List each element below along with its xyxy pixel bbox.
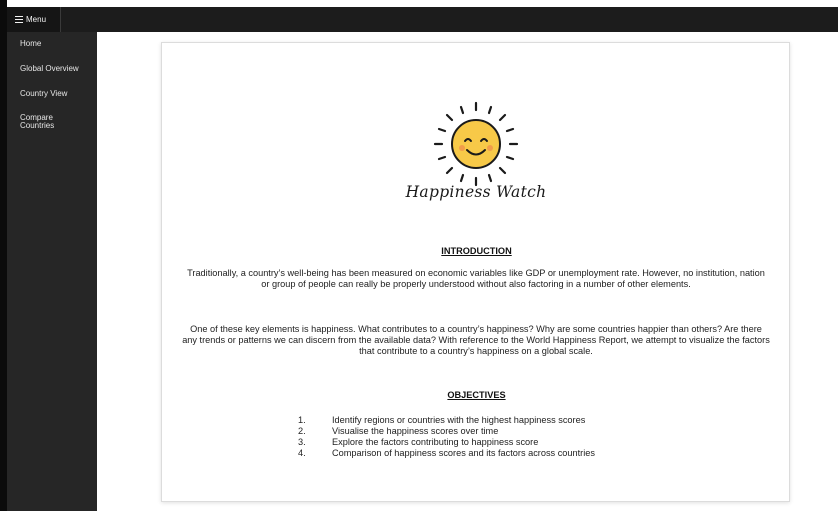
list-item-text: Comparison of happiness scores and its f… <box>332 448 595 458</box>
objectives-list: 1. Identify regions or countries with th… <box>298 415 678 459</box>
intro-card: Happiness Watch INTRODUCTION Traditional… <box>161 42 790 502</box>
list-item-number: 1. <box>298 415 306 425</box>
list-item-text: Explore the factors contributing to happ… <box>332 437 539 447</box>
sidebar-item-home[interactable]: Home <box>7 32 97 56</box>
top-bar: Menu <box>7 7 838 32</box>
intro-paragraph-2: One of these key elements is happiness. … <box>182 324 770 356</box>
list-item-text: Identify regions or countries with the h… <box>332 415 586 425</box>
list-item-text: Visualise the happiness scores over time <box>332 426 499 436</box>
hamburger-icon <box>15 16 23 23</box>
sidebar-item-compare-countries[interactable]: Compare Countries <box>7 106 80 138</box>
menu-button-label: Menu <box>26 15 47 24</box>
sidebar: Home Global Overview Country View Compar… <box>7 32 97 511</box>
list-item: 3. Explore the factors contributing to h… <box>298 437 678 448</box>
sidebar-item-country-view[interactable]: Country View <box>7 81 97 106</box>
list-item: 1. Identify regions or countries with th… <box>298 415 678 426</box>
list-item-number: 4. <box>298 448 306 458</box>
sidebar-item-global-overview[interactable]: Global Overview <box>7 56 97 81</box>
objectives-heading: OBJECTIVES <box>447 390 506 400</box>
happiness-watch-logo: Happiness Watch <box>403 99 549 217</box>
list-item-number: 3. <box>298 437 306 447</box>
window-edge <box>0 0 7 511</box>
list-item-number: 2. <box>298 426 306 436</box>
list-item: 2. Visualise the happiness scores over t… <box>298 426 678 437</box>
menu-button[interactable]: Menu <box>7 7 61 32</box>
intro-paragraph-1: Traditionally, a country’s well-being ha… <box>187 268 765 289</box>
intro-heading: INTRODUCTION <box>441 246 512 256</box>
brand-name: Happiness Watch <box>405 183 547 201</box>
list-item: 4. Comparison of happiness scores and it… <box>298 448 678 459</box>
app-window: Menu Home Global Overview Country View C… <box>0 0 838 511</box>
smiling-sun-icon <box>433 101 519 187</box>
